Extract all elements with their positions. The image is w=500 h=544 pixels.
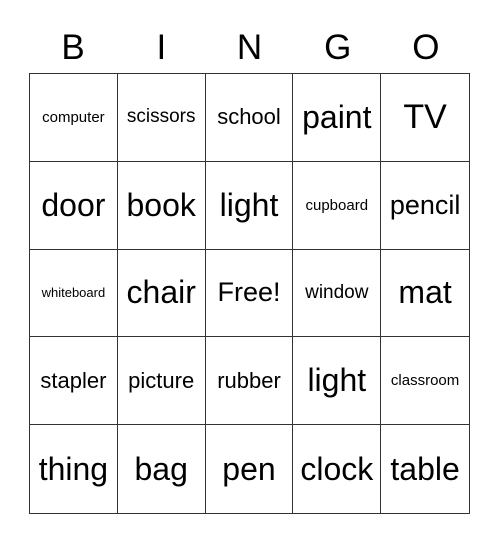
bingo-cell[interactable]: paint	[293, 74, 382, 162]
bingo-cell[interactable]: book	[117, 161, 206, 250]
header-letter-i: I	[156, 28, 167, 67]
bingo-cell[interactable]: school	[205, 74, 294, 162]
bingo-cell[interactable]: mat	[381, 250, 469, 338]
bingo-cell[interactable]: pencil	[381, 162, 469, 250]
bingo-cell[interactable]: whiteboard	[30, 249, 118, 338]
bingo-cell[interactable]: TV	[381, 74, 469, 162]
bingo-cell[interactable]: pen	[206, 425, 294, 513]
bingo-cell[interactable]: computer	[30, 74, 118, 162]
bingo-cell[interactable]: scissors	[117, 74, 206, 162]
bingo-cell[interactable]: chair	[117, 249, 206, 338]
header-letter-o: O	[412, 28, 440, 67]
bingo-cell[interactable]: cupboard	[293, 161, 382, 250]
bingo-cell[interactable]: window	[293, 249, 382, 338]
bingo-header: B I N G O	[29, 26, 470, 70]
bingo-cell[interactable]: stapler	[30, 337, 118, 426]
header-letter-g: G	[324, 28, 352, 67]
bingo-grid: computer scissors school paint TV door b…	[29, 73, 470, 514]
bingo-cell[interactable]: thing	[30, 425, 118, 513]
bingo-cell[interactable]: picture	[117, 337, 206, 426]
free-space-cell[interactable]: Free!	[205, 249, 294, 338]
header-letter-n: N	[236, 28, 263, 67]
bingo-cell[interactable]: door	[30, 161, 118, 250]
bingo-cell[interactable]: light	[205, 161, 294, 250]
bingo-cell[interactable]: light	[293, 337, 382, 426]
bingo-cell[interactable]: classroom	[381, 337, 469, 426]
bingo-cell[interactable]: bag	[118, 425, 206, 513]
bingo-cell[interactable]: clock	[293, 425, 382, 513]
bingo-cell[interactable]: rubber	[205, 337, 294, 426]
bingo-cell[interactable]: table	[381, 425, 469, 513]
header-letter-b: B	[61, 28, 85, 67]
